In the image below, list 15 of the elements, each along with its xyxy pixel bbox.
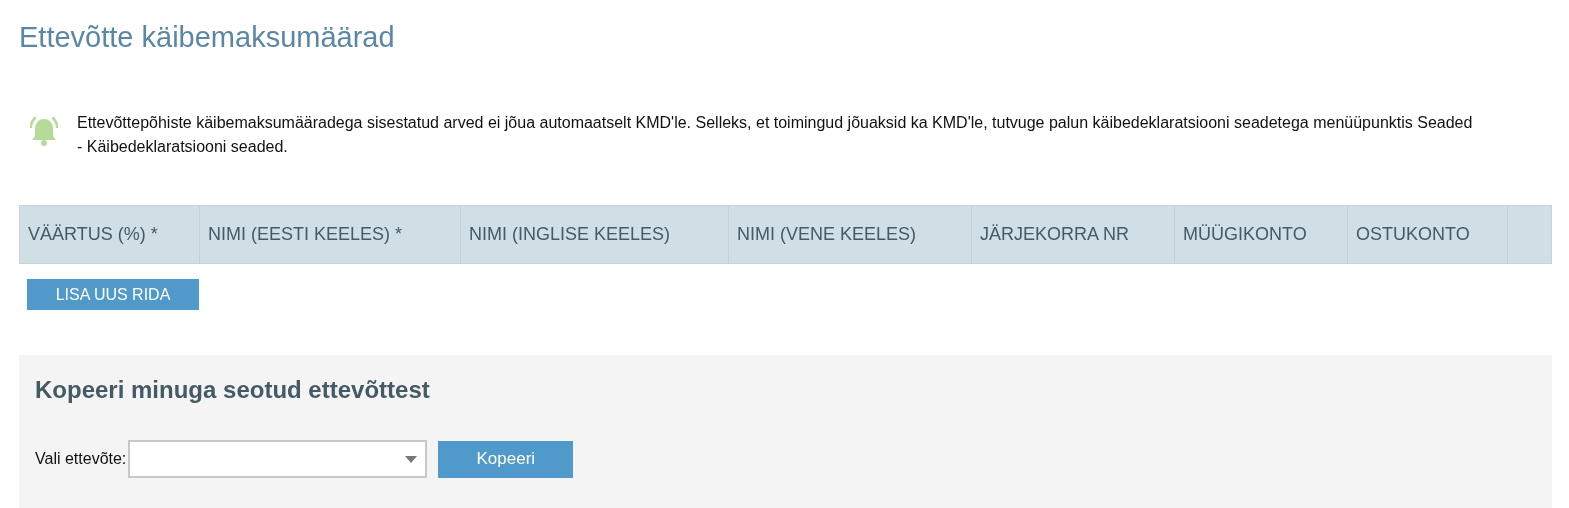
column-header: NIMI (EESTI KEELES) * (200, 206, 461, 263)
column-header: MÜÜGIKONTO (1175, 206, 1348, 263)
copy-button[interactable]: Kopeeri (438, 440, 574, 478)
company-select[interactable] (128, 440, 428, 478)
section-title: Kopeeri minuga seotud ettevõttest (35, 375, 431, 405)
notice-text: Ettevõttepõhiste käibemaksumääradega sisestatud arved ei jõua automaatselt KMD'le. Selleks, et toimingud jõuaksid ka KMD'le, tutvuge palun käibedeklaratsiooni seadetega menüüpunktis Seaded - Käibedeklaratsiooni seaded. (77, 113, 1474, 157)
column-header: JÄRJEKORRA NR (972, 206, 1175, 263)
column-header: OSTUKONTO (1348, 206, 1508, 263)
column-header: NIMI (INGLISE KEELES) (461, 206, 729, 263)
dropdown-caret-icon (405, 455, 418, 463)
field-label: Vali ettevõte: (35, 449, 127, 469)
column-header: NIMI (VENE KEELES) (729, 206, 972, 263)
add-row-button[interactable]: LISA UUS RIDA (27, 279, 199, 310)
column-header: VÄÄRTUS (%) * (20, 206, 200, 263)
page-title: Ettevõtte käibemaksumäärad (19, 20, 396, 55)
